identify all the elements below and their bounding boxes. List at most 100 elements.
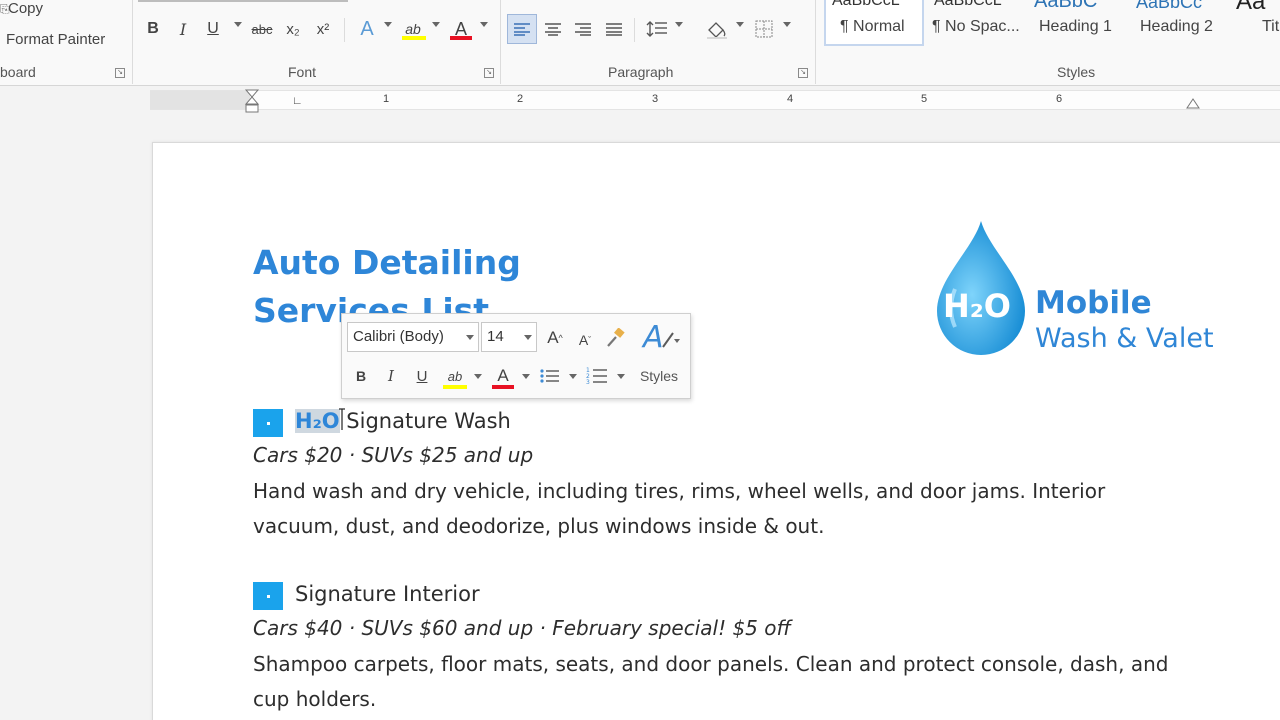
align-left-button[interactable] (507, 14, 537, 44)
right-indent-marker-icon[interactable] (1186, 95, 1200, 109)
divider (344, 18, 345, 42)
highlight-dropdown-icon[interactable] (432, 22, 440, 27)
line-spacing-button[interactable] (645, 16, 669, 42)
clipboard-group-label: board (0, 64, 36, 80)
justify-icon (606, 23, 622, 36)
service-price: Cars $40 · SUVs $60 and up · February sp… (253, 616, 791, 640)
style-title[interactable]: Tit (1262, 18, 1279, 36)
paintbrush-icon (607, 328, 625, 347)
logo-h2o-text: H₂O (943, 287, 1011, 325)
shading-button[interactable] (704, 16, 730, 42)
align-left-icon (514, 23, 530, 36)
style-title-preview: Aa (1236, 0, 1266, 15)
divider (634, 18, 635, 42)
tab-stop-icon[interactable]: ∟ (292, 95, 303, 107)
text-effects-button[interactable]: A (356, 16, 378, 42)
style-heading-2[interactable]: Heading 2 (1140, 18, 1213, 36)
style-heading1-preview: AaBbC (1034, 0, 1098, 12)
bullets-mini-button[interactable] (538, 364, 562, 388)
bullets-icon (540, 369, 559, 383)
font-color-mini-bar (492, 385, 514, 389)
paint-bucket-icon (707, 22, 727, 39)
document-page[interactable]: Auto Detailing Services List H₂O Mobile … (152, 142, 1280, 720)
numbering-mini-dropdown-icon[interactable] (617, 374, 625, 379)
font-name-dropdown-icon[interactable] (466, 335, 474, 340)
ruler-number: 4 (787, 93, 794, 105)
font-group-label: Font (288, 64, 317, 80)
styles-mini-button[interactable]: A (640, 320, 682, 354)
underline-mini-button[interactable]: U (413, 364, 431, 388)
font-size-dropdown-icon[interactable] (524, 335, 532, 340)
underline-dropdown-icon[interactable] (234, 22, 242, 27)
highlight-mini-color-bar (443, 385, 467, 389)
borders-button[interactable] (752, 16, 776, 42)
superscript-button[interactable]: x² (312, 16, 334, 42)
numbering-mini-button[interactable]: 123 (585, 364, 609, 388)
format-painter-button[interactable]: Format Painter (6, 31, 105, 48)
highlight-mini-dropdown-icon[interactable] (474, 374, 482, 379)
ruler-margin-shade (150, 91, 250, 109)
align-center-button[interactable] (542, 16, 564, 42)
font-name-combo[interactable]: Calibri (Body) (347, 322, 479, 352)
styles-mini-label[interactable]: Styles (636, 364, 682, 388)
service-name[interactable]: H₂O Signature Wash (295, 409, 511, 433)
font-name-combo-edge (138, 0, 348, 2)
numbering-icon: 123 (586, 367, 607, 385)
style-normal[interactable]: ¶ Normal (840, 18, 905, 36)
underline-button[interactable]: U (204, 16, 222, 42)
font-size-value: 14 (487, 328, 504, 345)
horizontal-ruler[interactable]: ∟ 1 2 3 4 5 6 (150, 89, 1280, 113)
clipboard-launcher-icon[interactable]: ↘ (115, 68, 125, 78)
font-name-value: Calibri (Body) (353, 328, 444, 345)
service-description: Shampoo carpets, floor mats, seats, and … (253, 652, 1169, 711)
service-name-rest: Signature Wash (339, 409, 511, 433)
svg-text:3: 3 (586, 379, 590, 385)
align-right-icon (575, 23, 591, 36)
shading-dropdown-icon[interactable] (736, 22, 744, 27)
font-color-dropdown-icon[interactable] (480, 22, 488, 27)
line-spacing-dropdown-icon[interactable] (675, 22, 683, 27)
format-painter-mini-button[interactable] (604, 326, 626, 350)
ruler-number: 3 (652, 93, 659, 105)
paragraph-group-label: Paragraph (608, 64, 674, 80)
text-effects-dropdown-icon[interactable] (384, 22, 392, 27)
ruler-number: 1 (383, 93, 390, 105)
subscript-button[interactable]: x₂ (282, 16, 304, 42)
bullet-icon (253, 409, 283, 437)
paragraph-launcher-icon[interactable]: ↘ (798, 68, 808, 78)
italic-mini-button[interactable]: I (382, 364, 400, 388)
borders-icon (755, 20, 773, 38)
style-no-spacing-preview: AaBbCcL (934, 0, 1002, 9)
indent-marker-icon[interactable] (244, 89, 260, 115)
logo-wash-text: Wash & Valet (1035, 323, 1214, 354)
justify-button[interactable] (603, 16, 625, 42)
service-price: Cars $20 · SUVs $25 and up (253, 443, 534, 467)
style-no-spacing[interactable]: ¶ No Spac... (932, 18, 1020, 36)
shrink-font-button[interactable]: Aˇ (574, 328, 596, 352)
style-heading2-preview: AaBbCc (1136, 0, 1203, 12)
line-spacing-icon (646, 21, 667, 37)
strikethrough-button[interactable]: abc (248, 16, 276, 42)
group-divider (132, 0, 133, 84)
grow-font-button[interactable]: A ^ (544, 326, 566, 350)
bullets-mini-dropdown-icon[interactable] (569, 374, 577, 379)
style-heading-1[interactable]: Heading 1 (1039, 18, 1112, 36)
align-center-icon (545, 23, 561, 36)
svg-text:A: A (641, 321, 664, 353)
styles-icon: A (641, 321, 680, 353)
copy-button[interactable]: Copy (8, 0, 43, 17)
bullet-icon (253, 582, 283, 610)
group-divider (815, 0, 816, 84)
ruler-number: 2 (517, 93, 524, 105)
styles-group-label: Styles (1057, 64, 1096, 80)
logo-mobile-text: Mobile (1035, 285, 1152, 321)
align-right-button[interactable] (572, 16, 594, 42)
bold-button[interactable]: B (144, 16, 162, 42)
borders-dropdown-icon[interactable] (783, 22, 791, 27)
italic-button[interactable]: I (174, 16, 192, 42)
font-launcher-icon[interactable]: ↘ (484, 68, 494, 78)
font-color-bar (450, 36, 472, 40)
bold-mini-button[interactable]: B (352, 364, 370, 388)
selected-text[interactable]: H₂O (295, 409, 340, 433)
font-color-mini-dropdown-icon[interactable] (522, 374, 530, 379)
